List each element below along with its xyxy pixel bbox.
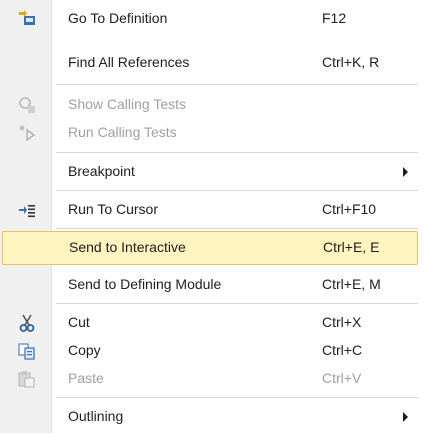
menu-item-shortcut: Ctrl+K, R (322, 54, 380, 70)
menu-separator (56, 84, 418, 85)
go-to-definition-icon (18, 10, 36, 28)
menu-item-label: Cut (68, 314, 90, 330)
menu-item-shortcut: Ctrl+V (322, 370, 362, 386)
menu-separator (56, 190, 418, 191)
menu-item-send-to-interactive[interactable]: Send to Interactive Ctrl+E, E (2, 231, 418, 265)
menu-item-label: Paste (68, 370, 104, 386)
menu-item-shortcut: Ctrl+E, E (323, 239, 380, 255)
menu-separator (56, 152, 418, 153)
menu-item-run-to-cursor[interactable]: Run To Cursor Ctrl+F10 (0, 193, 420, 227)
submenu-arrow-icon (403, 412, 408, 422)
run-to-cursor-icon (18, 201, 36, 219)
menu-item-send-to-defining-module[interactable]: Send to Defining Module Ctrl+E, M (0, 268, 420, 302)
menu-item-label: Run To Cursor (68, 201, 159, 217)
menu-item-label: Send to Interactive (69, 239, 186, 255)
menu-item-shortcut: Ctrl+E, M (322, 276, 381, 292)
menu-item-label: Find All References (68, 54, 190, 70)
menu-separator (56, 228, 418, 229)
scissors-icon (18, 314, 36, 332)
menu-item-label: Copy (68, 342, 101, 358)
submenu-arrow-icon (403, 167, 408, 177)
menu-item-paste[interactable]: Paste Ctrl+V (0, 362, 420, 396)
menu-item-breakpoint[interactable]: Breakpoint (0, 155, 420, 189)
context-menu: Go To Definition F12 Find All References… (0, 0, 420, 433)
copy-icon (18, 342, 36, 360)
menu-item-label: Show Calling Tests (68, 96, 187, 112)
menu-item-label: Run Calling Tests (68, 124, 177, 140)
menu-item-shortcut: Ctrl+C (322, 342, 363, 358)
menu-item-label: Breakpoint (68, 163, 135, 179)
menu-item-find-all-references[interactable]: Find All References Ctrl+K, R (0, 46, 420, 80)
menu-item-shortcut: F12 (322, 10, 347, 26)
show-calling-tests-icon (18, 96, 36, 114)
menu-item-run-calling-tests[interactable]: Run Calling Tests (0, 116, 420, 150)
menu-item-label: Outlining (68, 408, 124, 424)
paste-icon (18, 370, 36, 388)
menu-item-shortcut: Ctrl+F10 (322, 201, 377, 217)
menu-item-label: Go To Definition (68, 10, 168, 26)
menu-separator (56, 303, 418, 304)
run-calling-tests-icon (18, 124, 36, 142)
menu-item-outlining[interactable]: Outlining (0, 400, 420, 434)
menu-separator (56, 397, 418, 398)
menu-item-go-to-definition[interactable]: Go To Definition F12 (0, 2, 420, 36)
menu-item-shortcut: Ctrl+X (322, 314, 362, 330)
menu-item-label: Send to Defining Module (68, 276, 222, 292)
